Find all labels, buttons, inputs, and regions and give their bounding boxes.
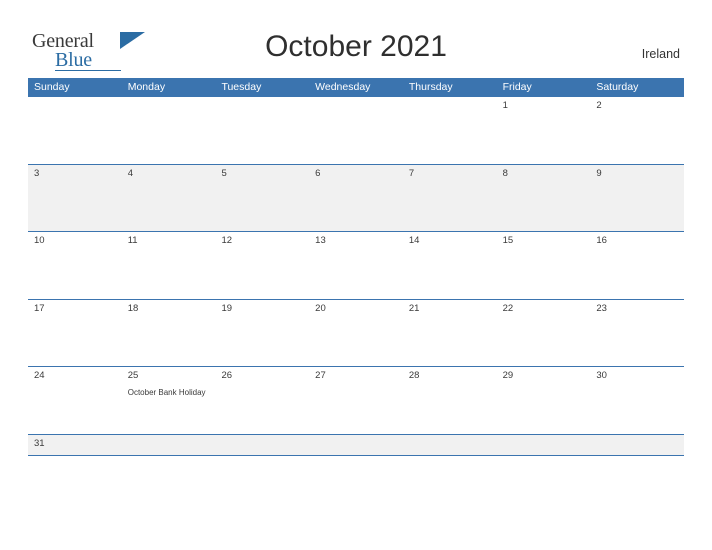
day-number: 31 [34,437,45,449]
day-cell[interactable]: 29 [496,367,591,434]
day-number: 8 [502,167,508,179]
day-cell[interactable]: 9 [590,164,685,231]
day-cell[interactable]: 20 [309,299,403,366]
day-cell[interactable] [28,97,122,164]
day-number: 1 [502,100,508,111]
day-number: 11 [127,235,138,246]
week-row: 31 [28,434,685,456]
day-number: 26 [221,370,233,381]
day-cell[interactable] [215,434,310,455]
day-number: 16 [596,235,607,246]
weekday-sunday: Sunday [28,78,122,97]
day-number: 23 [596,302,607,314]
day-cell[interactable]: 30 [590,367,685,434]
day-cell[interactable]: 24 [28,367,122,434]
day-cell[interactable] [402,97,497,164]
day-cell[interactable]: 17 [28,299,122,366]
week-row: 17 18 19 20 21 22 23 [28,299,685,367]
day-number: 9 [596,167,602,179]
day-cell[interactable]: 2 [590,97,685,164]
day-event: October Bank Holiday [127,388,206,397]
day-number: 17 [34,302,45,314]
day-number: 5 [221,167,227,179]
day-number: 3 [34,167,40,179]
day-cell[interactable]: 4 [121,164,216,231]
day-cell[interactable]: 14 [402,232,497,299]
day-cell[interactable]: 19 [215,299,310,366]
day-cell[interactable]: 7 [402,164,497,231]
week-row: 1 2 [28,97,685,165]
weekday-header-row: Sunday Monday Tuesday Wednesday Thursday… [28,78,685,97]
day-number: 29 [502,370,514,381]
day-cell[interactable]: 15 [496,232,591,299]
page-title: October 2021 [265,30,447,63]
day-cell[interactable]: 28 [402,367,497,434]
day-number: 21 [408,302,420,314]
day-cell[interactable]: 16 [590,232,685,299]
day-cell[interactable] [402,434,497,455]
day-number: 2 [596,100,602,111]
day-cell[interactable]: 1 [496,97,591,164]
day-cell[interactable]: 8 [496,164,591,231]
day-number: 24 [34,370,45,381]
day-cell[interactable]: 22 [496,299,591,366]
week-row: 24 25 October Bank Holiday 26 27 28 29 30 [28,367,685,435]
day-cell[interactable]: 27 [309,367,403,434]
day-number: 10 [34,235,45,246]
weekday-thursday: Thursday [403,78,497,97]
day-cell[interactable]: 26 [215,367,310,434]
day-number: 30 [596,370,607,381]
day-number: 6 [315,167,321,179]
day-number: 13 [315,235,326,246]
day-cell[interactable] [309,434,403,455]
calendar-page: General Blue October 2021 Ireland Sunday… [0,0,712,550]
day-number: 25 [127,370,139,381]
day-cell[interactable] [309,97,403,164]
day-cell[interactable]: 18 [121,299,216,366]
day-cell[interactable] [496,434,591,455]
day-cell[interactable]: 10 [28,232,122,299]
weekday-tuesday: Tuesday [215,78,310,97]
day-number: 19 [221,302,233,314]
day-number: 15 [502,235,514,246]
country-label: Ireland [641,47,680,61]
day-cell[interactable]: 3 [28,164,122,231]
day-number: 18 [127,302,139,314]
day-cell[interactable] [121,97,216,164]
day-number: 28 [408,370,420,381]
day-number: 27 [315,370,326,381]
day-cell[interactable] [590,434,685,455]
week-row: 10 11 12 13 14 15 16 [28,232,685,300]
day-number: 14 [408,235,420,246]
weekday-saturday: Saturday [590,78,685,97]
weekday-wednesday: Wednesday [309,78,403,97]
day-cell[interactable] [215,97,310,164]
calendar-grid: Sunday Monday Tuesday Wednesday Thursday… [28,78,685,456]
day-number: 12 [221,235,233,246]
day-number: 22 [502,302,514,314]
day-cell[interactable]: 12 [215,232,310,299]
day-cell[interactable]: 5 [215,164,310,231]
page-header: General Blue October 2021 Ireland [0,0,712,74]
day-cell[interactable]: 21 [402,299,497,366]
day-cell[interactable]: 11 [121,232,216,299]
week-row: 3 4 5 6 7 8 9 [28,164,685,232]
weekday-friday: Friday [497,78,591,97]
day-number: 20 [315,302,326,314]
day-cell[interactable]: 6 [309,164,403,231]
day-cell[interactable]: 23 [590,299,685,366]
day-cell[interactable] [121,434,216,455]
day-cell[interactable]: 31 [28,434,122,455]
day-number: 4 [127,167,134,179]
day-number: 7 [408,167,415,179]
day-cell[interactable]: 13 [309,232,403,299]
day-cell[interactable]: 25 October Bank Holiday [121,367,216,434]
logo-underline [55,70,121,71]
weekday-monday: Monday [122,78,216,97]
